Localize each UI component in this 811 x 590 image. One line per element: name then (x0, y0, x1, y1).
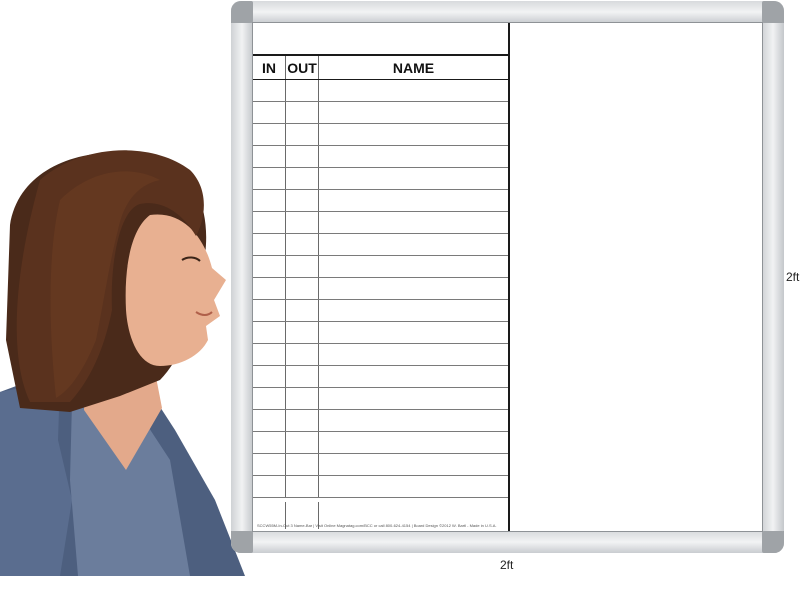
cell-name (319, 278, 508, 299)
cell-name (319, 146, 508, 167)
chart-title-area (253, 23, 508, 56)
cell-out (286, 432, 319, 453)
product-illustration: IN OUT NAME SCCW55M-In-Out 3 Name-Bar | … (0, 0, 811, 590)
chart-row (253, 256, 508, 278)
header-out: OUT (286, 56, 319, 79)
cell-in (253, 432, 286, 453)
cell-in (253, 80, 286, 101)
cell-in (253, 234, 286, 255)
chart-row (253, 278, 508, 300)
cell-out (286, 80, 319, 101)
frame-right-rail (762, 23, 784, 531)
cell-name (319, 344, 508, 365)
cell-in (253, 190, 286, 211)
cell-name (319, 256, 508, 277)
cell-name (319, 432, 508, 453)
chart-row (253, 80, 508, 102)
cell-out (286, 476, 319, 497)
width-dimension-label: 2ft (500, 558, 514, 572)
chart-row (253, 146, 508, 168)
cell-name (319, 212, 508, 233)
cell-out (286, 190, 319, 211)
cell-out (286, 278, 319, 299)
cell-out (286, 410, 319, 431)
cell-in (253, 256, 286, 277)
cell-out (286, 256, 319, 277)
chart-row (253, 476, 508, 498)
chart-row (253, 432, 508, 454)
chart-header-row: IN OUT NAME (253, 56, 508, 80)
chart-row (253, 212, 508, 234)
cell-name (319, 300, 508, 321)
header-name: NAME (392, 59, 435, 76)
cell-out (286, 366, 319, 387)
cell-name (319, 454, 508, 475)
cell-out (286, 454, 319, 475)
cell-out (286, 124, 319, 145)
frame-corner (231, 531, 253, 553)
frame-corner (231, 1, 253, 23)
cell-name (319, 80, 508, 101)
cell-name (319, 168, 508, 189)
cell-name (319, 410, 508, 431)
cell-name (319, 388, 508, 409)
whiteboard-surface: IN OUT NAME SCCW55M-In-Out 3 Name-Bar | … (252, 22, 763, 532)
cell-in (253, 212, 286, 233)
chart-row (253, 300, 508, 322)
cell-out (286, 388, 319, 409)
cell-name (319, 322, 508, 343)
cell-in (253, 410, 286, 431)
cell-in (253, 476, 286, 497)
cell-out (286, 344, 319, 365)
cell-name (319, 102, 508, 123)
cell-in (253, 454, 286, 475)
cell-out (286, 300, 319, 321)
cell-in (253, 344, 286, 365)
chart-row (253, 322, 508, 344)
header-in: IN (253, 56, 286, 79)
height-dimension-label: 2ft (786, 270, 800, 284)
chart-row (253, 168, 508, 190)
cell-in (253, 124, 286, 145)
cell-name (319, 476, 508, 497)
cell-name (319, 124, 508, 145)
cell-in (253, 366, 286, 387)
cell-name (319, 234, 508, 255)
chart-row (253, 234, 508, 256)
frame-top-rail (231, 1, 784, 23)
in-out-chart: IN OUT NAME SCCW55M-In-Out 3 Name-Bar | … (253, 23, 510, 531)
chart-row (253, 102, 508, 124)
cell-in (253, 168, 286, 189)
chart-row (253, 410, 508, 432)
frame-bottom-rail (231, 531, 784, 553)
frame-corner (762, 1, 784, 23)
cell-out (286, 234, 319, 255)
cell-in (253, 102, 286, 123)
cell-out (286, 146, 319, 167)
cell-in (253, 278, 286, 299)
cell-name (319, 190, 508, 211)
cell-name (319, 366, 508, 387)
cell-in (253, 300, 286, 321)
fine-print: SCCW55M-In-Out 3 Name-Bar | Visit Online… (257, 523, 497, 528)
chart-row (253, 190, 508, 212)
cell-in (253, 322, 286, 343)
chart-row (253, 344, 508, 366)
cell-out (286, 102, 319, 123)
cell-out (286, 212, 319, 233)
cell-in (253, 146, 286, 167)
chart-row (253, 124, 508, 146)
frame-left-rail (231, 23, 253, 531)
frame-corner (762, 531, 784, 553)
woman-figure (0, 150, 245, 576)
cell-out (286, 168, 319, 189)
chart-row (253, 454, 508, 476)
chart-row (253, 388, 508, 410)
chart-rows (253, 80, 508, 498)
chart-row (253, 366, 508, 388)
cell-in (253, 388, 286, 409)
cell-out (286, 322, 319, 343)
